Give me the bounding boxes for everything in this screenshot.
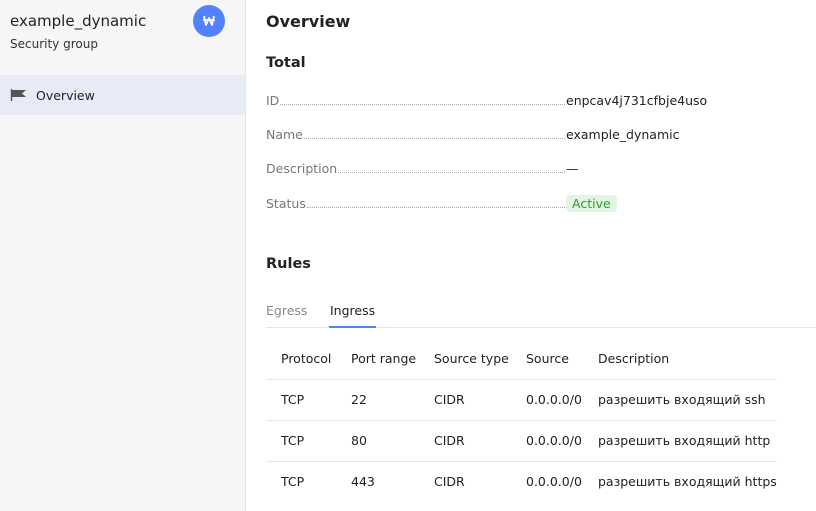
tab-egress[interactable]: Egress (266, 303, 307, 328)
field-row-status: Status (266, 196, 566, 214)
cell-protocol: TCP (281, 474, 305, 490)
rules-tabs: Egress Ingress (266, 298, 816, 328)
table-row[interactable]: TCP 80 CIDR 0.0.0.0/0 разрешить входящий… (267, 420, 777, 462)
cell-port-range: 443 (351, 474, 375, 490)
dotted-leader (338, 161, 565, 173)
flag-icon (10, 88, 28, 102)
cell-description: разрешить входящий ssh (584, 379, 777, 421)
cell-protocol: TCP (267, 379, 337, 421)
column-header-source-type: Source type (420, 338, 512, 380)
field-key-status: Status (266, 196, 306, 211)
cell-source: 0.0.0.0/0 (512, 420, 584, 462)
field-value-id: enpcav4j731cfbje4uso (566, 93, 708, 108)
sidebar-item-overview[interactable]: Overview (0, 75, 245, 115)
cell-protocol: TCP (267, 420, 337, 462)
cell-port-range: 80 (337, 420, 420, 462)
cell-source: 0.0.0.0/0 (526, 474, 582, 490)
dotted-leader (306, 196, 565, 208)
status-badge: Active (566, 195, 617, 212)
column-header-port-range: Port range (337, 338, 420, 380)
cell-source-type: CIDR (420, 379, 512, 421)
field-row-id: ID (266, 93, 566, 111)
field-key-name: Name (266, 127, 303, 142)
cell-source-type: CIDR (434, 474, 465, 490)
table-row[interactable]: TCP 443 CIDR 0.0.0.0/0 разрешить входящи… (267, 461, 777, 502)
section-title-total: Total (266, 55, 306, 71)
field-value-description: — (566, 161, 579, 176)
rules-table: Protocol Port range Source type Source D… (267, 338, 777, 502)
column-header-source: Source (512, 338, 584, 380)
table-header-row: Protocol Port range Source type Source D… (267, 338, 777, 380)
column-header-protocol: Protocol (267, 338, 337, 380)
app-layout: example_dynamic Security group Overview … (0, 0, 816, 511)
cell-description: разрешить входящий http (584, 420, 777, 462)
table-row[interactable]: TCP 22 CIDR 0.0.0.0/0 разрешить входящий… (267, 379, 777, 421)
cell-source: 0.0.0.0/0 (512, 379, 584, 421)
dotted-leader (303, 127, 565, 139)
section-title-rules: Rules (266, 256, 311, 272)
sidebar-header: example_dynamic Security group (0, 0, 245, 74)
cell-source-type: CIDR (420, 420, 512, 462)
field-key-id: ID (266, 93, 280, 108)
resource-type: Security group (10, 37, 98, 51)
page-title: Overview (266, 12, 351, 31)
cell-description: разрешить входящий https (598, 474, 777, 490)
dotted-leader (280, 93, 565, 105)
sidebar: example_dynamic Security group Overview (0, 0, 246, 511)
field-value-name: example_dynamic (566, 127, 680, 142)
field-row-name: Name (266, 127, 566, 145)
tab-ingress[interactable]: Ingress (329, 303, 377, 328)
main-content: Overview Total ID enpcav4j731cfbje4uso N… (246, 0, 816, 511)
cell-port-range: 22 (337, 379, 420, 421)
field-row-description: Description (266, 161, 566, 179)
column-header-description: Description (584, 338, 777, 380)
field-key-description: Description (266, 161, 338, 176)
sidebar-item-label: Overview (36, 87, 95, 103)
vpc-icon (193, 5, 225, 37)
